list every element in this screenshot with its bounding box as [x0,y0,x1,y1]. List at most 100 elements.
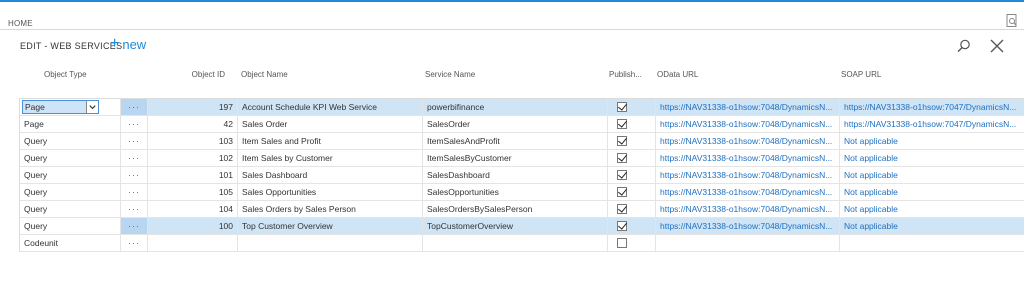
object-name-cell[interactable]: Item Sales by Customer [237,150,422,166]
object-type-cell[interactable]: Page [19,116,120,132]
published-checkbox[interactable] [617,153,627,163]
published-cell[interactable] [607,150,655,166]
table-row[interactable]: Query ··· 100 Top Customer Overview TopCusto… [19,218,1024,235]
object-type-cell[interactable]: Page [19,99,120,115]
object-type-cell[interactable]: Query [19,184,120,200]
object-id-cell[interactable] [147,235,237,251]
column-header-object-name[interactable]: Object Name [241,70,288,86]
odata-url-cell[interactable]: https://NAV31338-o1hsow:7048/DynamicsN..… [655,218,839,234]
object-id-cell[interactable]: 197 [147,99,237,115]
odata-url-cell[interactable] [655,235,839,251]
table-row[interactable]: Page ··· 197 Account Schedule KPI Web Servi… [19,99,1024,116]
row-menu-button[interactable]: ··· [120,218,147,234]
service-name-cell[interactable]: TopCustomerOverview [422,218,607,234]
object-type-cell[interactable]: Query [19,218,120,234]
soap-url-cell[interactable]: Not applicable [839,167,1024,183]
row-menu-button[interactable]: ··· [120,201,147,217]
row-menu-button[interactable]: ··· [120,99,147,115]
object-type-select[interactable]: Page [22,100,99,114]
odata-url-cell[interactable]: https://NAV31338-o1hsow:7048/DynamicsN..… [655,201,839,217]
odata-url-cell[interactable]: https://NAV31338-o1hsow:7048/DynamicsN..… [655,167,839,183]
search-document-icon[interactable] [1006,14,1018,28]
object-name-cell[interactable]: Sales Order [237,116,422,132]
row-menu-button[interactable]: ··· [120,133,147,149]
soap-url-cell[interactable]: https://NAV31338-o1hsow:7047/DynamicsN..… [839,99,1024,115]
object-name-cell[interactable] [237,235,422,251]
table-row[interactable]: Page ··· 42 Sales Order SalesOrder https://NA… [19,116,1024,133]
object-name-cell[interactable]: Account Schedule KPI Web Service [237,99,422,115]
odata-url-cell[interactable]: https://NAV31338-o1hsow:7048/DynamicsN..… [655,116,839,132]
soap-url-cell[interactable]: Not applicable [839,150,1024,166]
published-checkbox[interactable] [617,187,627,197]
soap-url-cell[interactable]: Not applicable [839,184,1024,200]
row-menu-button[interactable]: ··· [120,235,147,251]
row-menu-button[interactable]: ··· [120,116,147,132]
published-cell[interactable] [607,116,655,132]
column-header-odata-url[interactable]: OData URL [657,70,698,86]
object-id-cell[interactable]: 105 [147,184,237,200]
odata-url-cell[interactable]: https://NAV31338-o1hsow:7048/DynamicsN..… [655,133,839,149]
column-header-soap-url[interactable]: SOAP URL [841,70,881,86]
object-id-cell[interactable]: 102 [147,150,237,166]
close-icon[interactable] [990,39,1004,53]
object-type-cell[interactable]: Codeunit [19,235,120,251]
object-type-cell[interactable]: Query [19,201,120,217]
service-name-cell[interactable]: ItemSalesByCustomer [422,150,607,166]
table-row[interactable]: Codeunit ··· [19,235,1024,252]
row-menu-button[interactable]: ··· [120,167,147,183]
row-menu-button[interactable]: ··· [120,150,147,166]
column-header-object-id[interactable]: Object ID [169,70,225,86]
service-name-cell[interactable]: SalesOrder [422,116,607,132]
object-id-cell[interactable]: 103 [147,133,237,149]
object-id-cell[interactable]: 42 [147,116,237,132]
table-row[interactable]: Query ··· 105 Sales Opportunities SalesOppor… [19,184,1024,201]
search-icon[interactable] [957,39,971,53]
object-name-cell[interactable]: Sales Dashboard [237,167,422,183]
service-name-cell[interactable] [422,235,607,251]
soap-url-cell[interactable]: Not applicable [839,201,1024,217]
published-cell[interactable] [607,133,655,149]
published-checkbox[interactable] [617,119,627,129]
object-name-cell[interactable]: Item Sales and Profit [237,133,422,149]
published-checkbox[interactable] [617,102,627,112]
new-button[interactable]: + new [110,35,146,52]
service-name-cell[interactable]: SalesDashboard [422,167,607,183]
object-id-cell[interactable]: 104 [147,201,237,217]
published-checkbox[interactable] [617,204,627,214]
odata-url-cell[interactable]: https://NAV31338-o1hsow:7048/DynamicsN..… [655,150,839,166]
published-cell[interactable] [607,218,655,234]
published-cell[interactable] [607,235,655,251]
row-menu-button[interactable]: ··· [120,184,147,200]
published-checkbox[interactable] [617,136,627,146]
published-checkbox[interactable] [617,221,627,231]
object-id-cell[interactable]: 100 [147,218,237,234]
chevron-down-icon[interactable] [86,101,98,113]
soap-url-cell[interactable]: Not applicable [839,133,1024,149]
published-cell[interactable] [607,167,655,183]
published-cell[interactable] [607,184,655,200]
object-name-cell[interactable]: Sales Opportunities [237,184,422,200]
soap-url-cell[interactable]: https://NAV31338-o1hsow:7047/DynamicsN..… [839,116,1024,132]
object-type-cell[interactable]: Query [19,133,120,149]
service-name-cell[interactable]: SalesOpportunities [422,184,607,200]
column-header-service-name[interactable]: Service Name [425,70,475,86]
column-header-published[interactable]: Publish... [609,70,642,86]
table-row[interactable]: Query ··· 101 Sales Dashboard SalesDashboard… [19,167,1024,184]
published-cell[interactable] [607,201,655,217]
soap-url-cell[interactable]: Not applicable [839,218,1024,234]
published-checkbox[interactable] [617,170,627,180]
soap-url-cell[interactable] [839,235,1024,251]
published-cell[interactable] [607,99,655,115]
object-type-cell[interactable]: Query [19,167,120,183]
object-type-cell[interactable]: Query [19,150,120,166]
service-name-cell[interactable]: ItemSalesAndProfit [422,133,607,149]
column-header-object-type[interactable]: Object Type [44,70,87,86]
service-name-cell[interactable]: powerbifinance [422,99,607,115]
odata-url-cell[interactable]: https://NAV31338-o1hsow:7048/DynamicsN..… [655,184,839,200]
service-name-cell[interactable]: SalesOrdersBySalesPerson [422,201,607,217]
object-id-cell[interactable]: 101 [147,167,237,183]
object-name-cell[interactable]: Top Customer Overview [237,218,422,234]
table-row[interactable]: Query ··· 104 Sales Orders by Sales Person S… [19,201,1024,218]
published-checkbox[interactable] [617,238,627,248]
odata-url-cell[interactable]: https://NAV31338-o1hsow:7048/DynamicsN..… [655,99,839,115]
